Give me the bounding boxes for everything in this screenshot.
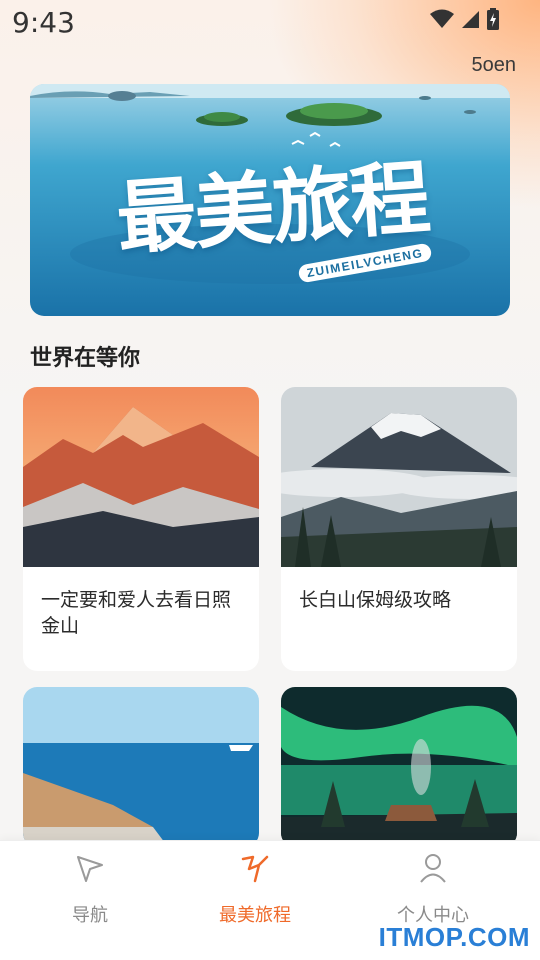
user-tag[interactable]: 5oen	[472, 54, 517, 77]
status-icons	[430, 8, 500, 30]
article-card[interactable]: 一定要和爱人去看日照金山	[23, 387, 259, 671]
nav-label: 导航	[72, 905, 108, 926]
navigation-icon	[77, 856, 103, 882]
status-bar: 9:43	[0, 0, 540, 48]
card-title: 长白山保姆级攻略	[299, 589, 452, 611]
section-title: 世界在等你	[30, 346, 141, 371]
card-image-aurora-cabin	[281, 687, 517, 847]
cellular-signal-icon	[462, 11, 479, 28]
banner[interactable]: 最美旅程 ZUIMEILVCHENG	[30, 84, 510, 316]
wifi-icon	[430, 9, 454, 28]
card-image-seaside-boardwalk	[23, 687, 259, 847]
status-time: 9:43	[12, 6, 75, 39]
article-card[interactable]	[23, 687, 259, 847]
journey-icon	[241, 855, 269, 883]
card-image-snowy-volcano	[281, 387, 517, 567]
user-icon	[420, 854, 446, 883]
nav-label: 最美旅程	[219, 905, 291, 926]
article-card[interactable]	[281, 687, 517, 847]
card-image-golden-mountain	[23, 387, 259, 567]
nav-tab-journey[interactable]: 最美旅程	[165, 841, 345, 941]
nav-tab-navigation[interactable]: 导航	[0, 841, 180, 941]
battery-icon	[487, 8, 499, 30]
article-card[interactable]: 长白山保姆级攻略	[281, 387, 517, 671]
watermark: ITMOP.COM	[378, 922, 530, 952]
card-title: 一定要和爱人去看日照金山	[41, 589, 232, 637]
